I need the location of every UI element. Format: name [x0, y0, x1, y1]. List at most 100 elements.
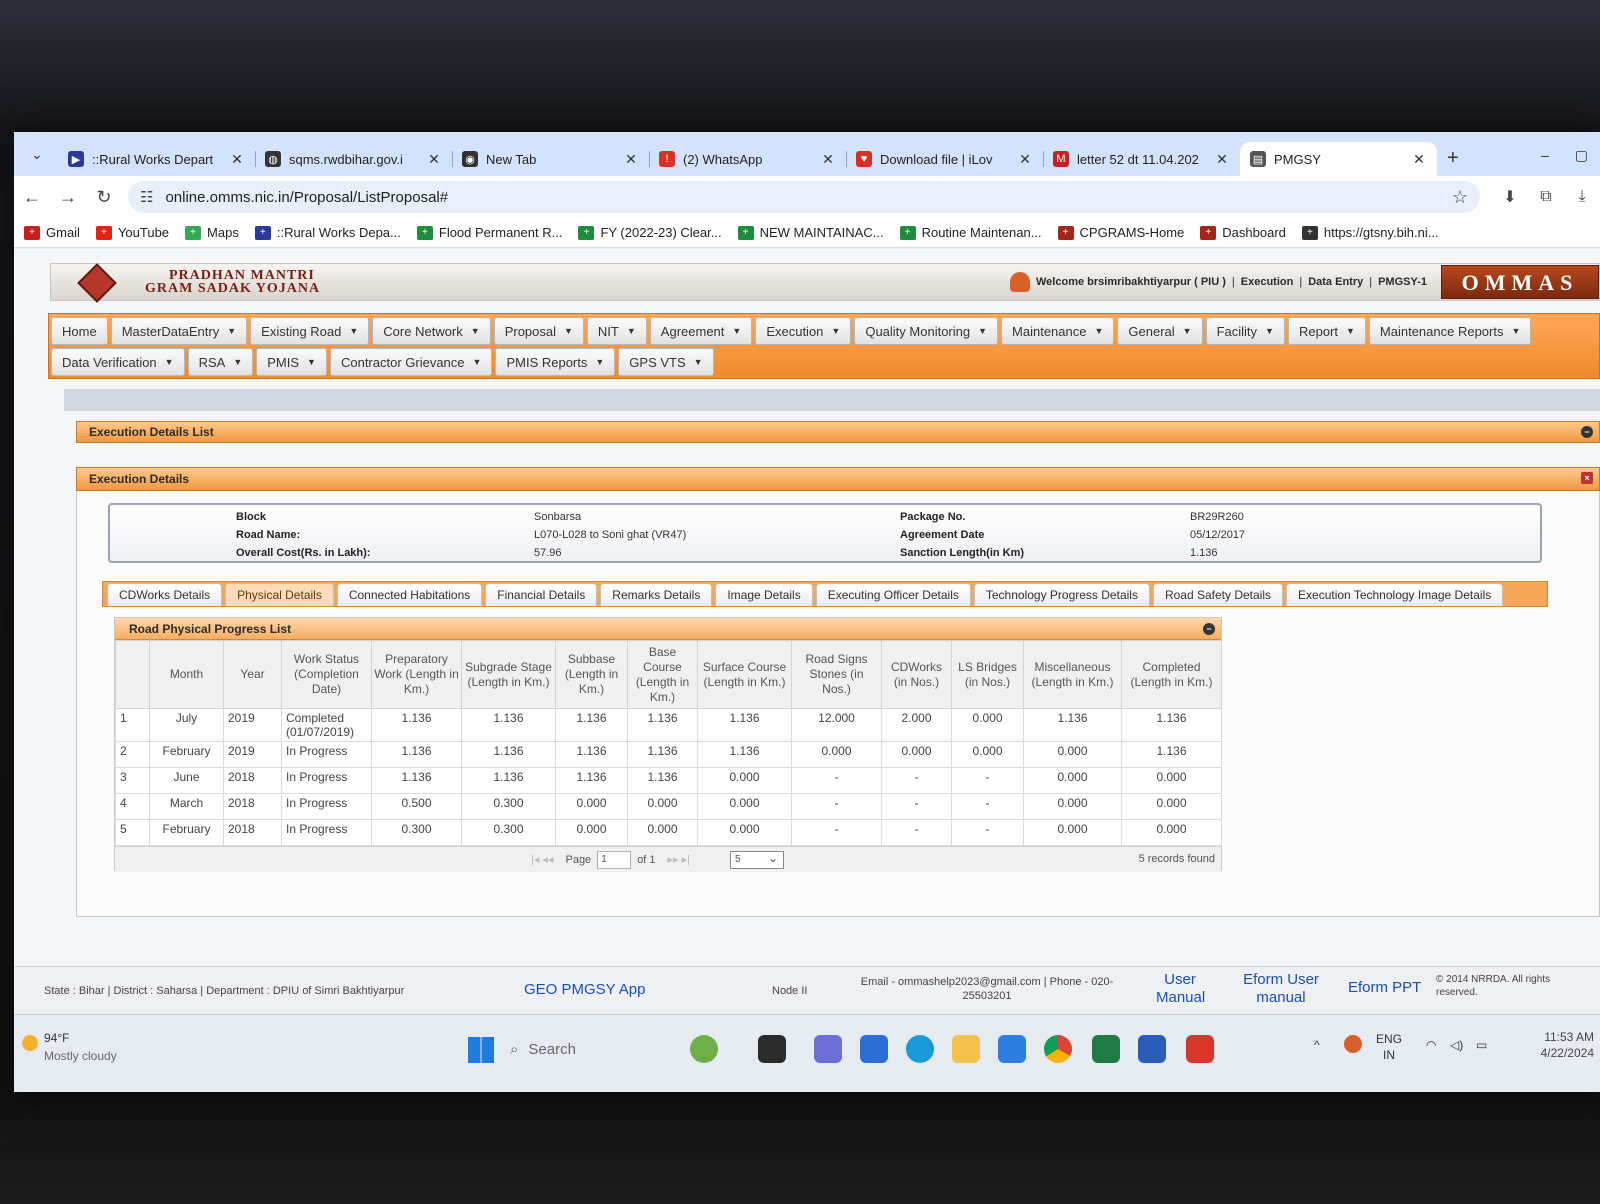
- menu-item[interactable]: PMIS ▼: [256, 348, 327, 376]
- close-tab-icon[interactable]: ✕: [1411, 151, 1427, 168]
- browser-tab[interactable]: ◍ sqms.rwdbihar.gov.i ✕: [255, 142, 452, 176]
- menu-item[interactable]: Report ▼: [1287, 317, 1366, 345]
- reload-icon[interactable]: ↻: [86, 187, 122, 208]
- detail-tab[interactable]: CDWorks Details: [107, 583, 223, 606]
- grid-collapse-icon[interactable]: −: [1203, 623, 1215, 635]
- bookmark-item[interactable]: + CPGRAMS-Home: [1057, 225, 1184, 240]
- menu-item[interactable]: MasterDataEntry ▼: [110, 317, 248, 345]
- detail-tab[interactable]: Remarks Details: [600, 583, 713, 606]
- tab-search-icon[interactable]: ⌄: [24, 141, 50, 167]
- browser-tab[interactable]: ♥ Download file | iLov ✕: [846, 142, 1043, 176]
- close-tab-icon[interactable]: ✕: [820, 151, 836, 168]
- table-row[interactable]: 1 July 2019 Completed (01/07/2019) 1.136 1.13…: [115, 708, 1222, 742]
- site-settings-icon[interactable]: ☷: [140, 188, 153, 206]
- menu-item[interactable]: Quality Monitoring ▼: [854, 317, 999, 345]
- geo-pmgsy-app-link[interactable]: GEO PMGSY App: [524, 981, 645, 998]
- bookmark-item[interactable]: + Routine Maintenan...: [899, 225, 1042, 240]
- detail-tab[interactable]: Image Details: [715, 583, 813, 606]
- menu-item[interactable]: Maintenance ▼: [1001, 317, 1115, 345]
- close-icon[interactable]: ×: [1581, 472, 1593, 484]
- eform-user-manual-link[interactable]: Eform User manual: [1236, 971, 1326, 1007]
- tray-app-icon[interactable]: [1344, 1035, 1362, 1053]
- detail-tab[interactable]: Technology Progress Details: [973, 583, 1150, 606]
- browser-tab[interactable]: ▤ PMGSY ✕: [1240, 142, 1437, 176]
- bookmark-item[interactable]: + Gmail: [24, 225, 80, 240]
- eform-ppt-link[interactable]: Eform PPT: [1348, 979, 1421, 996]
- detail-tab[interactable]: Connected Habitations: [336, 583, 483, 606]
- extensions-icon[interactable]: ⧉: [1528, 188, 1564, 206]
- table-row[interactable]: 3 June 2018 In Progress 1.136 1.136 1.136 1.136…: [115, 767, 1222, 794]
- wifi-icon[interactable]: ◠: [1426, 1037, 1436, 1053]
- store-icon[interactable]: [860, 1035, 888, 1063]
- chrome-icon[interactable]: [1044, 1035, 1072, 1063]
- menu-item[interactable]: Home: [51, 317, 108, 345]
- bookmark-item[interactable]: + FY (2022-23) Clear...: [578, 225, 722, 240]
- close-tab-icon[interactable]: ✕: [426, 151, 442, 168]
- menu-item[interactable]: GPS VTS ▼: [618, 348, 714, 376]
- menu-item[interactable]: PMIS Reports ▼: [495, 348, 616, 376]
- mail-icon[interactable]: [998, 1035, 1026, 1063]
- start-icon[interactable]: [468, 1037, 494, 1063]
- back-icon[interactable]: ←: [14, 187, 50, 208]
- forward-icon[interactable]: →: [50, 187, 86, 208]
- menu-item[interactable]: Contractor Grievance ▼: [329, 348, 493, 376]
- menu-item[interactable]: NIT ▼: [586, 317, 647, 345]
- maximize-icon[interactable]: ▢: [1575, 147, 1588, 164]
- first-page-icon[interactable]: |◂ ◂◂: [531, 853, 553, 866]
- bookmark-item[interactable]: +::Rural Works Depa...: [254, 225, 401, 240]
- browser-tab[interactable]: ▶::Rural Works Depart ✕: [58, 142, 255, 176]
- word-icon[interactable]: [1138, 1035, 1166, 1063]
- edge-icon[interactable]: [906, 1035, 934, 1063]
- menu-item[interactable]: Data Verification ▼: [51, 348, 185, 376]
- close-tab-icon[interactable]: ✕: [1214, 151, 1230, 168]
- menu-item[interactable]: Agreement ▼: [649, 317, 753, 345]
- bookmark-item[interactable]: + https://gtsny.bih.ni...: [1301, 225, 1439, 240]
- app-icon[interactable]: [758, 1035, 786, 1063]
- menu-item[interactable]: Core Network ▼: [372, 317, 491, 345]
- table-row[interactable]: 5 February 2018 In Progress 0.300 0.300 0.000 0…: [115, 819, 1222, 846]
- page-number-input[interactable]: 1: [597, 850, 632, 869]
- menu-item[interactable]: Proposal ▼: [493, 317, 584, 345]
- acrobat-icon[interactable]: [1186, 1035, 1214, 1063]
- user-manual-link[interactable]: User Manual: [1156, 971, 1205, 1007]
- browser-tab[interactable]: Mletter 52 dt 11.04.202 ✕: [1043, 142, 1240, 176]
- weather-icon[interactable]: [22, 1035, 38, 1051]
- next-page-icon[interactable]: ▸▸ ▸|: [668, 853, 690, 866]
- browser-tab[interactable]: ! (2) WhatsApp ✕: [649, 142, 846, 176]
- table-row[interactable]: 4 March 2018 In Progress 0.500 0.300 0.000 0.00…: [115, 793, 1222, 820]
- bookmark-item[interactable]: + YouTube: [95, 225, 169, 240]
- url-field[interactable]: ☷ online.omms.nic.in/Proposal/ListPropos…: [128, 181, 1480, 213]
- menu-item[interactable]: General ▼: [1117, 317, 1203, 345]
- file-explorer-icon[interactable]: [952, 1035, 980, 1063]
- close-tab-icon[interactable]: ✕: [1017, 151, 1033, 168]
- taskbar-search[interactable]: ⌕ Search: [510, 1033, 670, 1065]
- tray-chevron-icon[interactable]: ^: [1314, 1037, 1320, 1053]
- language-indicator[interactable]: ENG IN: [1376, 1031, 1402, 1063]
- table-row[interactable]: 2 February 2019 In Progress 1.136 1.136 1.136 1…: [115, 741, 1222, 768]
- detail-tab[interactable]: Road Safety Details: [1152, 583, 1284, 606]
- downloads-icon[interactable]: ⤓: [1564, 188, 1600, 206]
- weather-condition[interactable]: Mostly cloudy: [44, 1049, 117, 1063]
- menu-item[interactable]: Execution ▼: [755, 317, 852, 345]
- menu-item[interactable]: Maintenance Reports ▼: [1368, 317, 1532, 345]
- detail-tab[interactable]: Execution Technology Image Details: [1286, 583, 1504, 606]
- bookmark-item[interactable]: + Maps: [185, 225, 239, 240]
- page-size-select[interactable]: 5: [730, 850, 785, 869]
- weather-temp[interactable]: 94°F: [44, 1031, 69, 1045]
- menu-item[interactable]: Facility ▼: [1205, 317, 1285, 345]
- detail-tab[interactable]: Financial Details: [485, 583, 598, 606]
- menu-item[interactable]: RSA ▼: [187, 348, 254, 376]
- system-clock[interactable]: 11:53 AM 4/22/2024: [1541, 1029, 1594, 1061]
- volume-icon[interactable]: ◁): [1450, 1037, 1463, 1053]
- detail-tab[interactable]: Executing Officer Details: [815, 583, 971, 606]
- close-tab-icon[interactable]: ✕: [623, 151, 639, 168]
- widget-app-icon[interactable]: [690, 1035, 718, 1063]
- bookmark-star-icon[interactable]: ☆: [1452, 187, 1468, 208]
- new-tab-button[interactable]: +: [1447, 147, 1477, 170]
- bookmark-item[interactable]: + Dashboard: [1200, 225, 1286, 240]
- collapse-icon[interactable]: −: [1581, 426, 1593, 438]
- battery-icon[interactable]: ▭: [1476, 1037, 1487, 1053]
- extension-download-icon[interactable]: ⬇: [1492, 187, 1528, 207]
- menu-item[interactable]: Existing Road ▼: [250, 317, 370, 345]
- close-tab-icon[interactable]: ✕: [229, 151, 245, 168]
